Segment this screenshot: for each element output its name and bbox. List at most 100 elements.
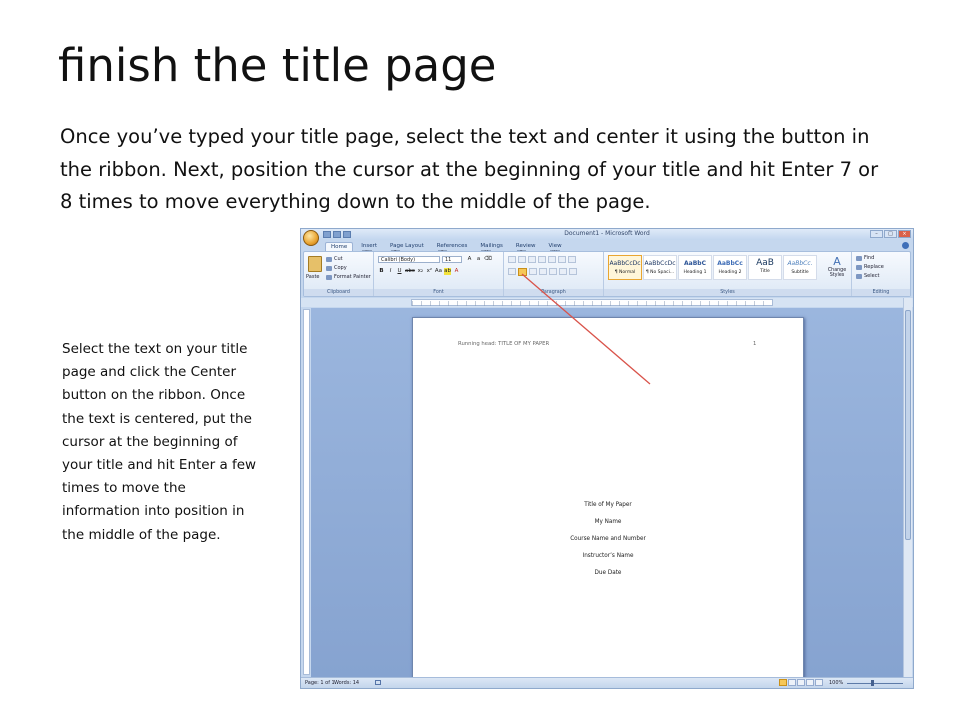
style-name: Heading 1 <box>683 270 707 275</box>
undo-icon[interactable] <box>333 231 341 238</box>
underline-icon[interactable]: U <box>396 268 403 275</box>
shrink-font-icon[interactable]: a <box>475 256 482 263</box>
scrollbar-thumb[interactable] <box>905 310 911 540</box>
shading-icon[interactable] <box>559 268 567 275</box>
office-button[interactable] <box>303 230 319 246</box>
page-count[interactable]: Page: 1 of 1 <box>305 680 335 686</box>
cut-label: Cut <box>334 256 343 262</box>
style-sample: AaBbCcDc <box>609 260 641 267</box>
change-styles-button[interactable]: A Change Styles <box>826 255 848 278</box>
outline-icon[interactable] <box>806 679 814 686</box>
word-count[interactable]: Words: 14 <box>334 680 359 686</box>
print-layout-icon[interactable] <box>779 679 787 686</box>
running-head: Running head: TITLE OF MY PAPER <box>458 341 550 347</box>
copy-button[interactable]: Copy <box>326 265 347 271</box>
editing-group-label: Editing <box>852 289 910 296</box>
strikethrough-icon[interactable]: abc <box>405 268 415 275</box>
align-left-icon[interactable] <box>508 268 516 275</box>
style-sample: AaBbCc. <box>787 260 813 267</box>
draft-icon[interactable] <box>815 679 823 686</box>
select-button[interactable]: Select <box>856 273 879 279</box>
style-title[interactable]: AaB Title <box>748 255 782 280</box>
sort-icon[interactable] <box>558 256 566 263</box>
maximize-button[interactable]: □ <box>884 230 897 238</box>
tab-page-layout[interactable]: Page LayoutP <box>385 242 429 257</box>
format-painter-button[interactable]: Format Painter <box>326 274 371 280</box>
align-center-icon[interactable] <box>518 268 527 276</box>
web-layout-icon[interactable] <box>797 679 805 686</box>
borders-icon[interactable] <box>569 268 577 275</box>
bullets-icon[interactable] <box>508 256 516 263</box>
vertical-ruler[interactable] <box>303 309 310 675</box>
save-icon[interactable] <box>323 231 331 238</box>
font-name-select[interactable]: Calibri (Body) <box>378 256 440 263</box>
tab-label: Home <box>331 244 348 250</box>
grow-font-icon[interactable]: A <box>466 256 473 263</box>
justify-icon[interactable] <box>539 268 547 275</box>
tab-label: Review <box>515 243 536 249</box>
line-spacing-icon[interactable] <box>549 268 557 275</box>
paste-icon[interactable] <box>308 256 322 272</box>
tab-insert[interactable]: InsertN <box>356 242 382 257</box>
clear-format-icon[interactable]: ⌫ <box>484 256 492 263</box>
numbering-icon[interactable] <box>518 256 526 263</box>
ruler-ticks <box>412 301 772 306</box>
style-no-spacing[interactable]: AaBbCcDc ¶ No Spaci... <box>643 255 677 280</box>
subscript-icon[interactable]: x₂ <box>417 268 424 275</box>
find-button[interactable]: Find <box>856 255 874 261</box>
style-normal[interactable]: AaBbCcDc ¶ Normal <box>608 255 642 280</box>
vertical-scrollbar[interactable] <box>903 298 912 678</box>
title-block: Title of My Paper My Name Course Name an… <box>413 502 803 587</box>
tab-home[interactable]: HomeH <box>325 242 354 258</box>
status-bar: Page: 1 of 1 Words: 14 100% <box>301 677 913 688</box>
tab-view[interactable]: ViewW <box>544 242 567 257</box>
horizontal-ruler-bar <box>301 298 913 307</box>
replace-icon <box>856 264 862 270</box>
replace-button[interactable]: Replace <box>856 264 884 270</box>
bold-icon[interactable]: B <box>378 268 385 275</box>
proofing-icon[interactable] <box>375 680 381 685</box>
zoom-slider-knob[interactable] <box>871 680 874 686</box>
redo-icon[interactable] <box>343 231 351 238</box>
superscript-icon[interactable]: x² <box>426 268 433 275</box>
style-subtitle[interactable]: AaBbCc. Subtitle <box>783 255 817 280</box>
minimize-button[interactable]: – <box>870 230 883 238</box>
horizontal-ruler[interactable] <box>411 299 773 306</box>
tab-mailings[interactable]: MailingsM <box>475 242 508 257</box>
highlight-icon[interactable]: ab <box>444 268 452 275</box>
font-grow-shrink: A a ⌫ <box>466 256 492 263</box>
style-heading-1[interactable]: AaBbC Heading 1 <box>678 255 712 280</box>
zoom-slider[interactable] <box>847 683 903 684</box>
tab-label: Page Layout <box>390 243 424 249</box>
style-heading-2[interactable]: AaBbCc Heading 2 <box>713 255 747 280</box>
style-sample: AaBbCcDc <box>644 260 676 267</box>
document-page[interactable]: Running head: TITLE OF MY PAPER 1 Title … <box>412 317 804 688</box>
editing-group: Find Replace Select Editing <box>852 252 910 296</box>
paragraph-group: Paragraph <box>504 252 604 296</box>
brush-icon <box>326 274 332 280</box>
help-icon[interactable] <box>902 242 909 249</box>
paragraph-group-label: Paragraph <box>504 289 603 296</box>
zoom-level[interactable]: 100% <box>829 680 843 686</box>
increase-indent-icon[interactable] <box>548 256 556 263</box>
due-date: Due Date <box>594 570 622 576</box>
paragraph-row-2 <box>508 268 577 276</box>
show-marks-icon[interactable] <box>568 256 576 263</box>
select-label: Select <box>864 273 880 279</box>
close-button[interactable]: × <box>898 230 911 238</box>
replace-label: Replace <box>864 264 884 270</box>
multilevel-list-icon[interactable] <box>528 256 536 263</box>
cut-button[interactable]: Cut <box>326 256 343 262</box>
font-size-select[interactable]: 11 <box>442 256 462 263</box>
font-color-icon[interactable]: A <box>453 268 460 275</box>
align-right-icon[interactable] <box>529 268 537 275</box>
paragraph-row-1 <box>508 256 576 263</box>
paste-label: Paste <box>306 274 320 280</box>
italic-icon[interactable]: I <box>387 268 394 275</box>
change-case-icon[interactable]: Aa <box>435 268 442 275</box>
full-screen-reading-icon[interactable] <box>788 679 796 686</box>
tab-review[interactable]: ReviewR <box>511 242 541 257</box>
decrease-indent-icon[interactable] <box>538 256 546 263</box>
style-name: Heading 2 <box>718 270 742 275</box>
tab-references[interactable]: ReferencesS <box>432 242 473 257</box>
